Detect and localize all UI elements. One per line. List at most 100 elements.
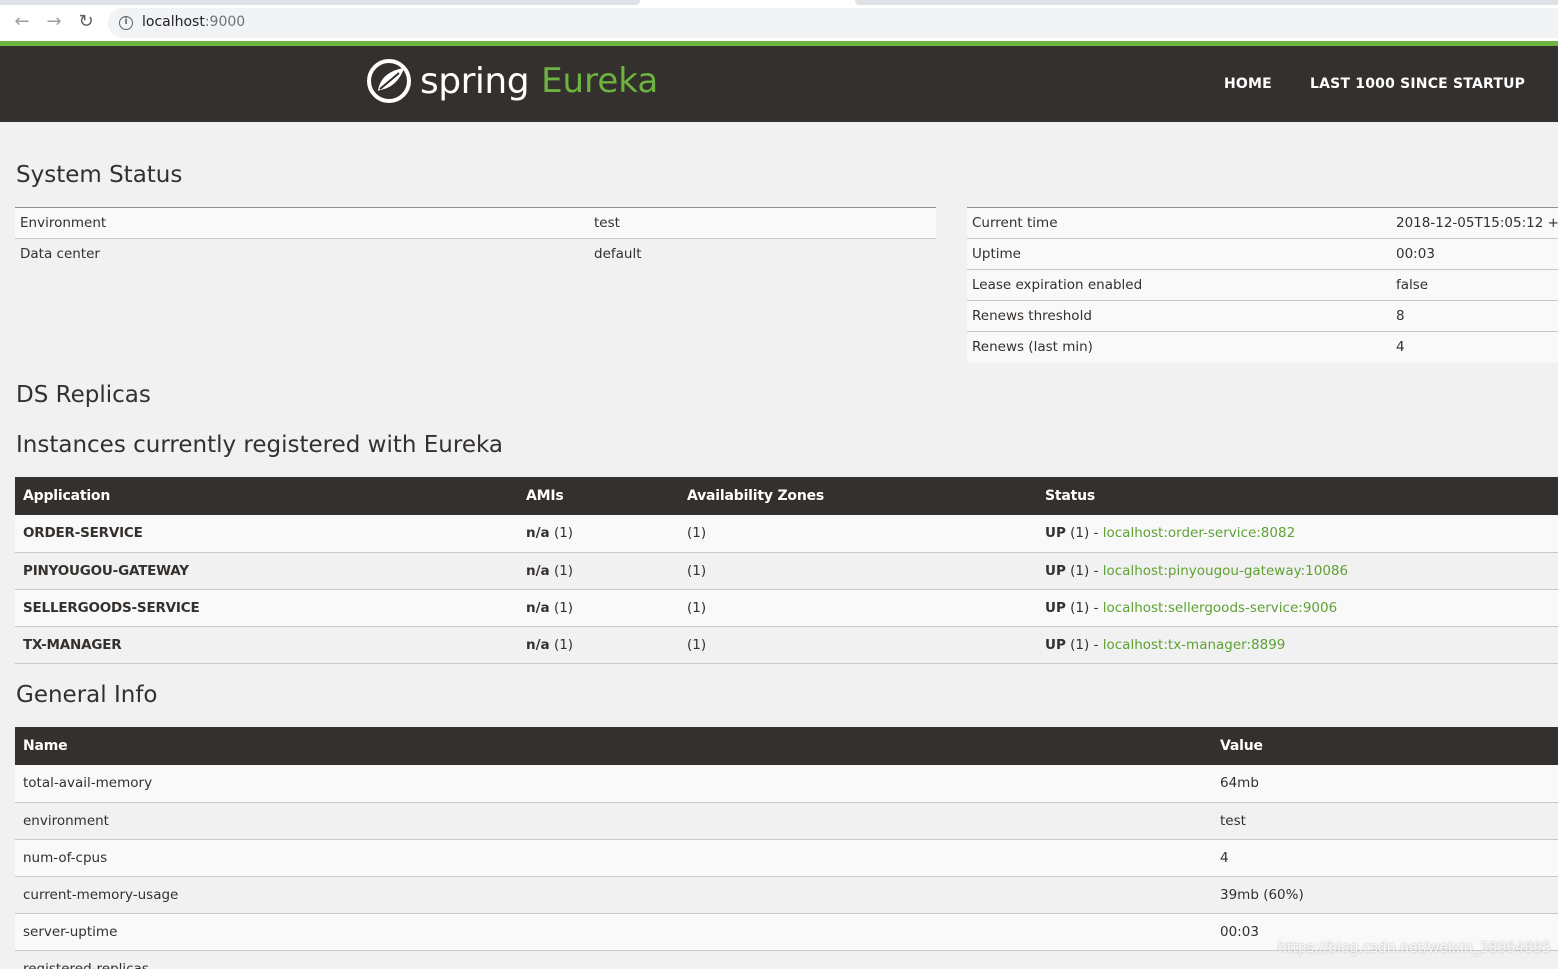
nav-last-1000-link[interactable]: LAST 1000 SINCE STARTUP — [1310, 76, 1525, 92]
status-up: UP — [1045, 636, 1066, 653]
status-label: Current time — [967, 207, 1391, 239]
spring-eureka-logo[interactable]: spring Eureka — [366, 56, 658, 106]
ami-count: (1) — [553, 636, 574, 653]
ami-label: n/a — [526, 562, 550, 579]
ami-count: (1) — [553, 525, 574, 542]
table-row: Environment test — [15, 207, 936, 239]
ds-replicas-heading: DS Replicas — [16, 382, 151, 408]
column-header-status: Status — [1037, 477, 1558, 515]
status-value: test — [589, 207, 936, 239]
status-label: Lease expiration enabled — [967, 269, 1391, 301]
tab-strip-left — [0, 0, 640, 5]
table-row: environment test — [15, 802, 1558, 840]
system-status-heading: System Status — [16, 162, 183, 188]
ami-count: (1) — [553, 562, 574, 579]
ami-cell: n/a (1) — [518, 626, 679, 664]
address-bar[interactable]: i localhost:9000 — [108, 8, 1558, 38]
system-status-left-table: Environment test Data center default — [15, 207, 936, 270]
info-name: registered-replicas — [15, 950, 1212, 969]
url-port: :9000 — [204, 14, 246, 30]
ami-label: n/a — [526, 636, 550, 653]
table-row: Uptime 00:03 — [967, 238, 1558, 270]
table-row: Lease expiration enabled false — [967, 269, 1558, 301]
forward-arrow-icon[interactable]: → — [42, 10, 66, 34]
status-label: Renews threshold — [967, 300, 1391, 332]
status-value: 8 — [1391, 300, 1558, 332]
status-label: Data center — [15, 238, 589, 270]
status-label: Renews (last min) — [967, 331, 1391, 363]
system-status-right-table: Current time 2018-12-05T15:05:12 + Uptim… — [967, 207, 1558, 363]
ami-cell: n/a (1) — [518, 589, 679, 627]
status-count: (1) - — [1070, 562, 1099, 579]
table-row: num-of-cpus 4 — [15, 839, 1558, 877]
reload-icon[interactable]: ↻ — [74, 10, 98, 34]
instance-link[interactable]: localhost:order-service:8082 — [1103, 525, 1295, 541]
status-cell: UP (1) - localhost:sellergoods-service:9… — [1037, 589, 1558, 627]
table-header-row: Application AMIs Availability Zones Stat… — [15, 477, 1558, 515]
column-header-application: Application — [15, 477, 518, 515]
info-value: 64mb — [1212, 765, 1558, 803]
status-up: UP — [1045, 562, 1066, 579]
app-name: PINYOUGOU-GATEWAY — [15, 552, 518, 590]
info-name: environment — [15, 802, 1212, 840]
status-value: 2018-12-05T15:05:12 + — [1391, 207, 1558, 239]
logo-spring-text: spring — [420, 60, 530, 102]
site-header: spring Eureka HOME LAST 1000 SINCE START… — [0, 46, 1558, 122]
back-arrow-icon[interactable]: ← — [10, 10, 34, 34]
zones-cell: (1) — [679, 589, 1037, 627]
table-header-row: Name Value — [15, 727, 1558, 765]
info-value: 39mb (60%) — [1212, 876, 1558, 914]
app-name: TX-MANAGER — [15, 626, 518, 664]
instance-link[interactable]: localhost:tx-manager:8899 — [1103, 637, 1286, 653]
app-name: SELLERGOODS-SERVICE — [15, 589, 518, 627]
ami-count: (1) — [553, 599, 574, 616]
table-row: Data center default — [15, 238, 936, 270]
url-host: localhost — [142, 14, 205, 30]
status-cell: UP (1) - localhost:tx-manager:8899 — [1037, 626, 1558, 664]
table-row: TX-MANAGER n/a (1) (1) UP (1) - localhos… — [15, 626, 1558, 664]
status-count: (1) - — [1070, 636, 1099, 653]
ami-label: n/a — [526, 599, 550, 616]
app-name: ORDER-SERVICE — [15, 515, 518, 553]
info-name: server-uptime — [15, 913, 1212, 951]
zones-cell: (1) — [679, 552, 1037, 590]
info-value: test — [1212, 802, 1558, 840]
table-row: PINYOUGOU-GATEWAY n/a (1) (1) UP (1) - l… — [15, 552, 1558, 590]
instance-link[interactable]: localhost:pinyougou-gateway:10086 — [1103, 563, 1348, 579]
instances-table: Application AMIs Availability Zones Stat… — [15, 477, 1558, 664]
table-row: Renews (last min) 4 — [967, 331, 1558, 363]
instances-heading: Instances currently registered with Eure… — [16, 432, 503, 458]
info-name: current-memory-usage — [15, 876, 1212, 914]
column-header-amis: AMIs — [518, 477, 679, 515]
zones-cell: (1) — [679, 515, 1037, 553]
info-name: total-avail-memory — [15, 765, 1212, 803]
url-text[interactable]: localhost:9000 — [142, 14, 245, 30]
status-value: 4 — [1391, 331, 1558, 363]
table-row: SELLERGOODS-SERVICE n/a (1) (1) UP (1) -… — [15, 589, 1558, 627]
column-header-name: Name — [15, 727, 1212, 765]
info-name: num-of-cpus — [15, 839, 1212, 877]
table-row: Renews threshold 8 — [967, 300, 1558, 332]
instance-link[interactable]: localhost:sellergoods-service:9006 — [1103, 600, 1337, 616]
status-cell: UP (1) - localhost:pinyougou-gateway:100… — [1037, 552, 1558, 590]
status-up: UP — [1045, 525, 1066, 542]
browser-toolbar: ← → ↻ i localhost:9000 — [0, 0, 1558, 46]
table-row: current-memory-usage 39mb (60%) — [15, 876, 1558, 914]
ami-cell: n/a (1) — [518, 515, 679, 553]
status-count: (1) - — [1070, 599, 1099, 616]
logo-eureka-text: Eureka — [541, 61, 659, 101]
status-value: 00:03 — [1391, 238, 1558, 270]
status-label: Environment — [15, 207, 589, 239]
info-value: 4 — [1212, 839, 1558, 877]
watermark-text: https://blog.csdn.net/weixin_38964895 — [1278, 940, 1552, 956]
zones-cell: (1) — [679, 626, 1037, 664]
column-header-zones: Availability Zones — [679, 477, 1037, 515]
status-value: false — [1391, 269, 1558, 301]
status-cell: UP (1) - localhost:order-service:8082 — [1037, 515, 1558, 553]
status-value: default — [589, 238, 936, 270]
column-header-value: Value — [1212, 727, 1558, 765]
table-row: total-avail-memory 64mb — [15, 765, 1558, 803]
spring-leaf-icon — [367, 59, 411, 103]
info-icon[interactable]: i — [119, 16, 133, 30]
nav-home-link[interactable]: HOME — [1224, 76, 1272, 92]
